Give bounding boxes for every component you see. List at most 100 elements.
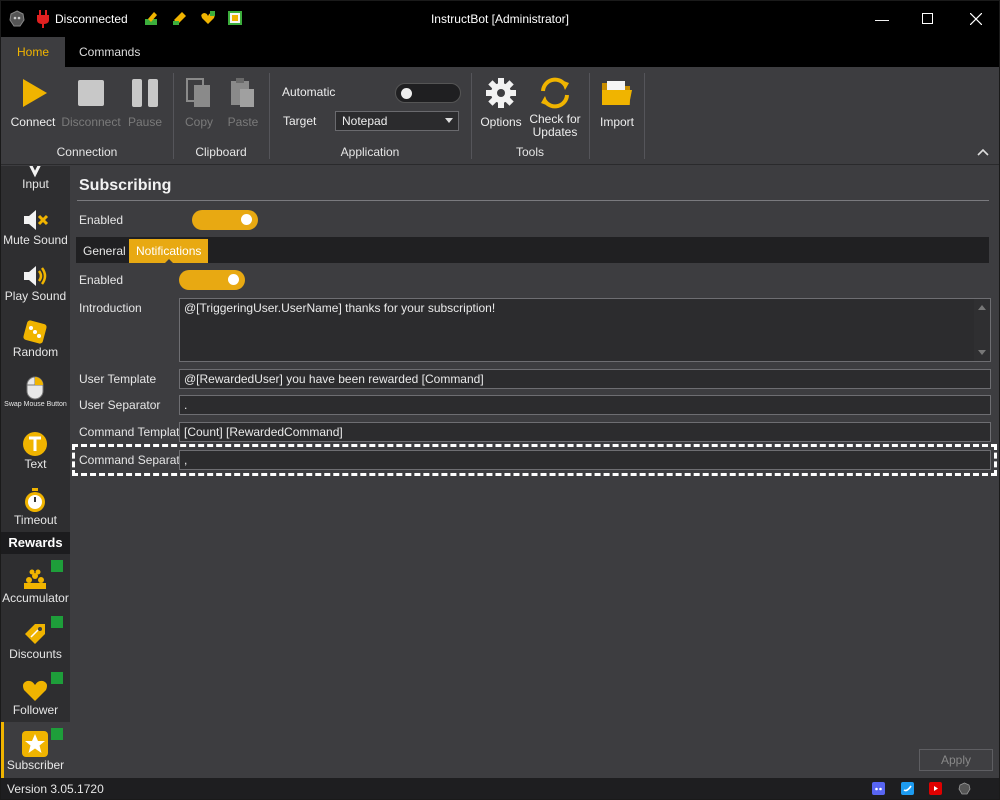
toggle-knob xyxy=(241,214,252,225)
stopwatch-icon xyxy=(25,488,45,512)
scroll-down-icon[interactable] xyxy=(978,350,986,355)
sidebar-item-label: Follower xyxy=(12,703,59,717)
sidebar-item-input[interactable]: Input xyxy=(1,166,70,204)
sidebar-item-text[interactable]: Text xyxy=(1,426,70,482)
scrollbar[interactable] xyxy=(974,299,990,361)
tab-home[interactable]: Home xyxy=(1,37,66,67)
discord-icon[interactable] xyxy=(872,782,885,795)
pause-button[interactable]: Pause xyxy=(123,75,167,129)
sidebar-item-label: Text xyxy=(24,457,47,471)
status-badge xyxy=(51,728,63,740)
paste-icon xyxy=(231,78,254,107)
chevron-up-icon xyxy=(977,148,989,156)
sidebar-item-mute-sound[interactable]: Mute Sound xyxy=(1,202,70,258)
notifications-enabled-label: Enabled xyxy=(79,273,124,287)
play-sound-icon xyxy=(24,266,47,286)
sidebar-item-label: Subscriber xyxy=(6,758,65,772)
user-separator-input[interactable]: . xyxy=(179,395,991,415)
minimize-button[interactable]: — xyxy=(859,1,905,37)
user-template-input[interactable]: @[RewardedUser] you have been rewarded [… xyxy=(179,369,991,389)
sidebar-item-subscriber[interactable]: Subscriber xyxy=(1,722,70,778)
tab-notifications[interactable]: Notifications xyxy=(129,239,209,264)
import-label: Import xyxy=(599,115,634,129)
status-bar: Version 3.05.1720 xyxy=(1,778,999,799)
sidebar-item-follower[interactable]: Follower xyxy=(1,672,70,728)
introduction-value: @[TriggeringUser.UserName] thanks for yo… xyxy=(184,301,496,315)
check-updates-button[interactable]: Check for Updates xyxy=(527,75,583,139)
check-updates-label-2: Updates xyxy=(532,125,578,139)
sidebar-item-label: Timeout xyxy=(14,513,57,527)
disconnect-button[interactable]: Disconnect xyxy=(61,75,121,129)
paste-button[interactable]: Paste xyxy=(223,75,263,129)
collapse-ribbon-button[interactable] xyxy=(977,145,989,159)
accumulator-icon xyxy=(24,569,46,589)
status-badge xyxy=(51,616,63,628)
app-logo-icon[interactable] xyxy=(958,782,971,795)
subscribing-enabled-toggle[interactable] xyxy=(192,210,258,230)
copy-icon xyxy=(186,78,210,107)
target-label: Target xyxy=(283,114,317,128)
command-template-input[interactable]: [Count] [RewardedCommand] xyxy=(179,422,991,442)
gear-icon xyxy=(486,78,516,108)
sidebar-item-label: Discounts xyxy=(9,647,62,661)
status-badge xyxy=(51,560,63,572)
app-window: Disconnected InstructBot [Administrator]… xyxy=(0,0,1000,800)
stop-icon xyxy=(78,80,104,106)
toggle-knob xyxy=(401,88,412,99)
sidebar-item-timeout[interactable]: Timeout xyxy=(1,482,70,538)
group-separator xyxy=(644,73,645,159)
maximize-icon xyxy=(922,13,933,24)
group-application-label: Application xyxy=(340,145,400,159)
close-button[interactable] xyxy=(953,1,999,37)
sidebar-item-label: Swap Mouse Button xyxy=(4,401,67,408)
introduction-label: Introduction xyxy=(79,301,142,315)
command-template-label: Command Template xyxy=(79,425,187,439)
target-select[interactable]: Notepad xyxy=(335,111,459,131)
command-separator-input[interactable]: , xyxy=(179,450,991,470)
play-icon xyxy=(23,79,47,107)
dice-icon xyxy=(23,320,47,344)
pause-label: Pause xyxy=(127,115,163,129)
introduction-textarea[interactable]: @[TriggeringUser.UserName] thanks for yo… xyxy=(179,298,991,362)
mouse-icon xyxy=(26,376,44,400)
sidebar-item-label: Mute Sound xyxy=(3,233,68,247)
ribbon-tabs: Home Commands xyxy=(1,37,999,67)
title-bar: Disconnected InstructBot [Administrator]… xyxy=(1,1,999,37)
heart-icon xyxy=(23,680,47,701)
star-icon xyxy=(22,731,48,757)
sidebar-item-discounts[interactable]: Discounts xyxy=(1,616,70,672)
notifications-enabled-toggle[interactable] xyxy=(179,270,245,290)
sidebar-item-accumulator[interactable]: Accumulator xyxy=(1,560,70,616)
apply-button[interactable]: Apply xyxy=(919,749,993,771)
group-clipboard-label: Clipboard xyxy=(195,145,247,159)
user-separator-label: User Separator xyxy=(79,398,161,412)
copy-label: Copy xyxy=(184,115,213,129)
group-tools-label: Tools xyxy=(515,145,544,159)
divider xyxy=(77,200,989,201)
enabled-label: Enabled xyxy=(79,213,124,227)
scroll-up-icon[interactable] xyxy=(978,305,986,310)
maximize-button[interactable] xyxy=(905,1,951,37)
options-button[interactable]: Options xyxy=(477,75,525,129)
youtube-icon[interactable] xyxy=(929,782,942,795)
version-text: Version 3.05.1720 xyxy=(7,782,104,796)
sidebar-item-label: Random xyxy=(12,345,59,359)
import-button[interactable]: Import xyxy=(595,75,639,129)
tab-general[interactable]: General xyxy=(76,239,133,263)
sidebar-item-swap-mouse-button[interactable]: Swap Mouse Button xyxy=(1,370,70,426)
sidebar-item-random[interactable]: Random xyxy=(1,314,70,370)
copy-button[interactable]: Copy xyxy=(179,75,219,129)
main-content: Subscribing Enabled General Notification… xyxy=(70,166,999,778)
tab-commands[interactable]: Commands xyxy=(63,37,156,67)
disconnect-label: Disconnect xyxy=(61,115,121,129)
mute-sound-icon xyxy=(24,210,49,230)
sidebar-item-play-sound[interactable]: Play Sound xyxy=(1,258,70,314)
check-updates-label-1: Check for xyxy=(529,112,581,126)
subtabs: General Notifications xyxy=(76,237,989,264)
connect-button[interactable]: Connect xyxy=(9,75,57,129)
sidebar-item-label: Play Sound xyxy=(4,289,67,303)
target-value: Notepad xyxy=(342,114,388,128)
twitter-icon[interactable] xyxy=(901,782,914,795)
page-title: Subscribing xyxy=(79,177,172,194)
automatic-toggle[interactable] xyxy=(395,83,461,103)
